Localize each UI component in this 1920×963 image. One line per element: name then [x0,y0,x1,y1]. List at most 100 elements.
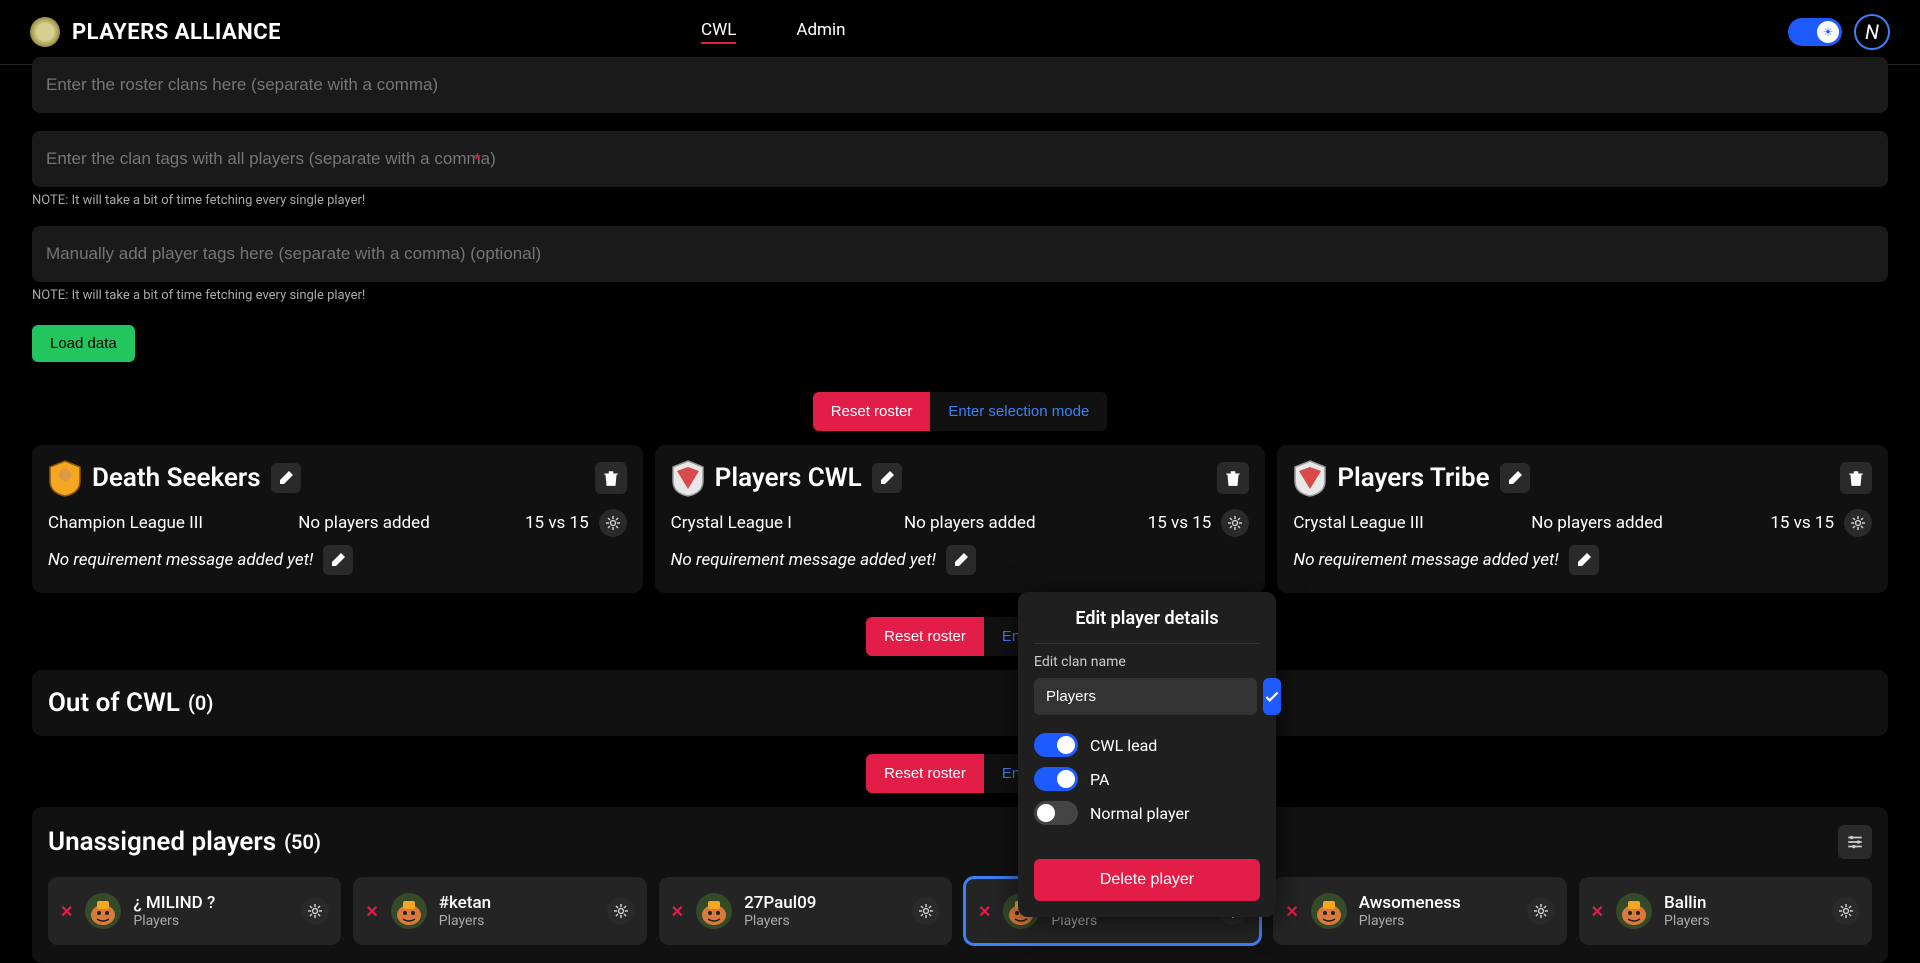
player-clan: Players [439,913,491,929]
delete-clan-button[interactable] [1217,462,1249,494]
gear-icon [605,515,621,531]
manual-tags-input[interactable] [32,226,1888,282]
player-card[interactable]: ✕ #ketan Players [353,877,646,945]
reset-roster-button[interactable]: Reset roster [866,754,984,793]
top-nav: CWL Admin [701,20,845,44]
player-card[interactable]: ✕ ¿ MILIND ? Players [48,877,341,945]
player-name: Awsomeness [1359,893,1461,913]
clan-settings-button[interactable] [1844,509,1872,537]
player-settings-button[interactable] [1832,897,1860,925]
remove-player-button[interactable]: ✕ [671,902,684,921]
filter-button[interactable] [1838,825,1872,859]
edit-player-popover: Edit player details Edit clan name CWL l… [1018,592,1276,917]
trash-icon [1847,469,1865,487]
clan-badge-icon [1293,459,1327,497]
remove-player-button[interactable]: ✕ [365,902,378,921]
player-avatar-icon [1309,891,1349,931]
brand-logo [30,17,60,47]
section-count: (50) [284,830,321,854]
gear-icon [613,903,629,919]
edit-clan-button[interactable] [1500,463,1530,493]
edit-requirement-button[interactable] [1569,545,1599,575]
clan-card: Players CWL Crystal League I No players … [655,445,1266,593]
gear-icon [1838,903,1854,919]
pa-label: PA [1090,770,1109,789]
player-clan: Players [1664,913,1710,929]
clan-size: 15 vs 15 [525,513,589,533]
edit-requirement-button[interactable] [323,545,353,575]
clan-requirement: No requirement message added yet! [1293,550,1558,570]
out-of-cwl-section: Out of CWL (0) [32,670,1888,736]
player-clan: Players [133,913,215,929]
remove-player-button[interactable]: ✕ [1591,902,1604,921]
player-avatar-icon [1614,891,1654,931]
delete-clan-button[interactable] [1840,462,1872,494]
player-card[interactable]: ✕ Awsomeness Players [1273,877,1566,945]
edit-requirement-button[interactable] [946,545,976,575]
unassigned-section: Unassigned players (50) ✕ ¿ MILIND ? Pla… [32,807,1888,963]
clan-name: Players CWL [715,463,862,493]
player-settings-button[interactable] [1527,897,1555,925]
reset-roster-button[interactable]: Reset roster [866,617,984,656]
nav-admin[interactable]: Admin [796,20,845,44]
manual-tags-note: NOTE: It will take a bit of time fetchin… [32,282,1888,313]
clan-status: No players added [298,513,430,533]
nav-cwl[interactable]: CWL [701,20,736,44]
clan-badge-icon [671,459,705,497]
normal-player-toggle[interactable] [1034,801,1078,825]
delete-player-button[interactable]: Delete player [1034,859,1260,901]
edit-clan-button[interactable] [872,463,902,493]
clan-requirement: No requirement message added yet! [671,550,936,570]
player-name: Ballin [1664,893,1710,913]
roster-clans-input[interactable] [32,57,1888,113]
normal-player-label: Normal player [1090,804,1189,823]
player-settings-button[interactable] [301,897,329,925]
clan-status: No players added [1531,513,1663,533]
player-card[interactable]: ✕ 27Paul09 Players [659,877,952,945]
remove-player-button[interactable]: ✕ [60,902,73,921]
edit-clan-name-input[interactable] [1034,678,1257,715]
clan-settings-button[interactable] [599,509,627,537]
trash-icon [1224,469,1242,487]
section-count: (0) [188,691,213,715]
cwl-lead-label: CWL lead [1090,736,1157,755]
pa-toggle[interactable] [1034,767,1078,791]
clan-league: Champion League III [48,513,203,533]
clan-requirement: No requirement message added yet! [48,550,313,570]
remove-player-button[interactable]: ✕ [978,902,991,921]
section-title: Unassigned players [48,827,276,857]
sliders-icon [1846,833,1864,851]
pencil-icon [278,470,294,486]
user-avatar[interactable]: N [1854,14,1890,50]
clan-card: Players Tribe Crystal League III No play… [1277,445,1888,593]
player-settings-button[interactable] [912,897,940,925]
enter-selection-mode-button[interactable]: Enter selection mode [930,392,1107,431]
clan-card: Death Seekers Champion League III No pla… [32,445,643,593]
cwl-lead-toggle[interactable] [1034,733,1078,757]
delete-clan-button[interactable] [595,462,627,494]
load-data-button[interactable]: Load data [32,325,135,362]
section-title: Out of CWL [48,688,180,718]
player-clan: Players [1359,913,1461,929]
clan-settings-button[interactable] [1221,509,1249,537]
player-avatar-icon [694,891,734,931]
player-settings-button[interactable] [607,897,635,925]
theme-toggle[interactable]: ☀ [1788,18,1842,46]
clan-tags-note: NOTE: It will take a bit of time fetchin… [32,187,1888,218]
player-name: #ketan [439,893,491,913]
reset-roster-button[interactable]: Reset roster [813,392,931,431]
gear-icon [918,903,934,919]
trash-icon [602,469,620,487]
brand-title: PLAYERS ALLIANCE [72,20,281,45]
player-avatar-icon [83,891,123,931]
player-avatar-icon [389,891,429,931]
remove-player-button[interactable]: ✕ [1285,902,1298,921]
player-card[interactable]: ✕ Ballin Players [1579,877,1872,945]
clan-size: 15 vs 15 [1148,513,1212,533]
confirm-clan-name-button[interactable] [1263,678,1281,715]
gear-icon [307,903,323,919]
player-name: 27Paul09 [744,893,816,913]
clan-tags-input[interactable] [32,131,1888,187]
edit-clan-button[interactable] [271,463,301,493]
pencil-icon [953,552,969,568]
